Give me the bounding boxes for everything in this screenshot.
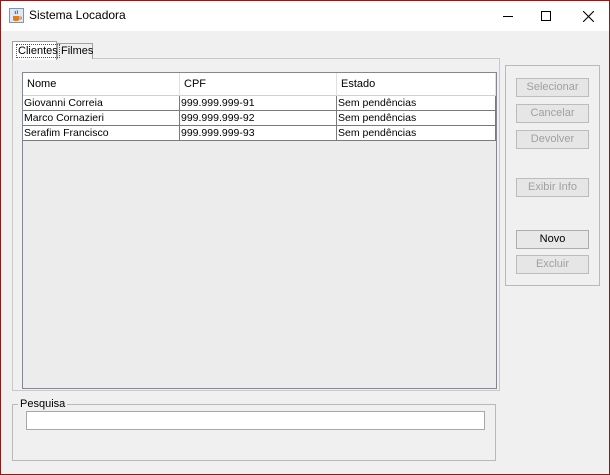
cell-nome: Giovanni Correia bbox=[23, 96, 180, 110]
exibir-info-button[interactable]: Exibir Info bbox=[516, 178, 589, 197]
maximize-button[interactable] bbox=[523, 1, 568, 31]
tab-clientes-label: Clientes bbox=[16, 44, 60, 58]
cell-estado: Sem pendências bbox=[337, 111, 496, 125]
cell-cpf: 999.999.999-92 bbox=[180, 111, 337, 125]
java-cup-icon bbox=[9, 8, 24, 23]
cell-nome: Serafim Francisco bbox=[23, 126, 180, 140]
close-button[interactable] bbox=[566, 1, 609, 31]
novo-button[interactable]: Novo bbox=[516, 230, 589, 249]
table-body: Giovanni Correia 999.999.999-91 Sem pend… bbox=[23, 96, 496, 141]
column-header-nome[interactable]: Nome bbox=[23, 73, 180, 96]
clientes-table[interactable]: Nome CPF Estado Giovanni Correia 999.999… bbox=[22, 72, 497, 389]
excluir-button[interactable]: Excluir bbox=[516, 255, 589, 274]
cancelar-button[interactable]: Cancelar bbox=[516, 104, 589, 123]
title-bar: Sistema Locadora bbox=[1, 1, 609, 31]
close-icon bbox=[583, 10, 594, 22]
pesquisa-legend: Pesquisa bbox=[18, 398, 68, 410]
window-title: Sistema Locadora bbox=[29, 8, 126, 22]
tab-clientes[interactable]: Clientes bbox=[12, 41, 60, 60]
cell-estado: Sem pendências bbox=[337, 96, 496, 110]
table-header: Nome CPF Estado bbox=[23, 73, 496, 96]
table-row[interactable]: Serafim Francisco 999.999.999-93 Sem pen… bbox=[23, 126, 496, 141]
cell-cpf: 999.999.999-91 bbox=[180, 96, 337, 110]
table-row[interactable]: Marco Cornazieri 999.999.999-92 Sem pend… bbox=[23, 111, 496, 126]
cell-estado: Sem pendências bbox=[337, 126, 496, 140]
column-header-estado[interactable]: Estado bbox=[337, 73, 496, 96]
actions-panel bbox=[505, 65, 600, 286]
column-header-cpf[interactable]: CPF bbox=[180, 73, 337, 96]
cell-nome: Marco Cornazieri bbox=[23, 111, 180, 125]
selecionar-button[interactable]: Selecionar bbox=[516, 78, 589, 97]
devolver-button[interactable]: Devolver bbox=[516, 130, 589, 149]
maximize-icon bbox=[540, 11, 551, 21]
tab-filmes[interactable]: Filmes bbox=[57, 43, 93, 59]
minimize-icon bbox=[502, 16, 513, 17]
table-row[interactable]: Giovanni Correia 999.999.999-91 Sem pend… bbox=[23, 96, 496, 111]
cell-cpf: 999.999.999-93 bbox=[180, 126, 337, 140]
search-input[interactable] bbox=[26, 411, 485, 430]
main-window: Sistema Locadora Clientes Filmes Nome CP… bbox=[0, 0, 610, 475]
tab-filmes-label: Filmes bbox=[61, 45, 94, 57]
